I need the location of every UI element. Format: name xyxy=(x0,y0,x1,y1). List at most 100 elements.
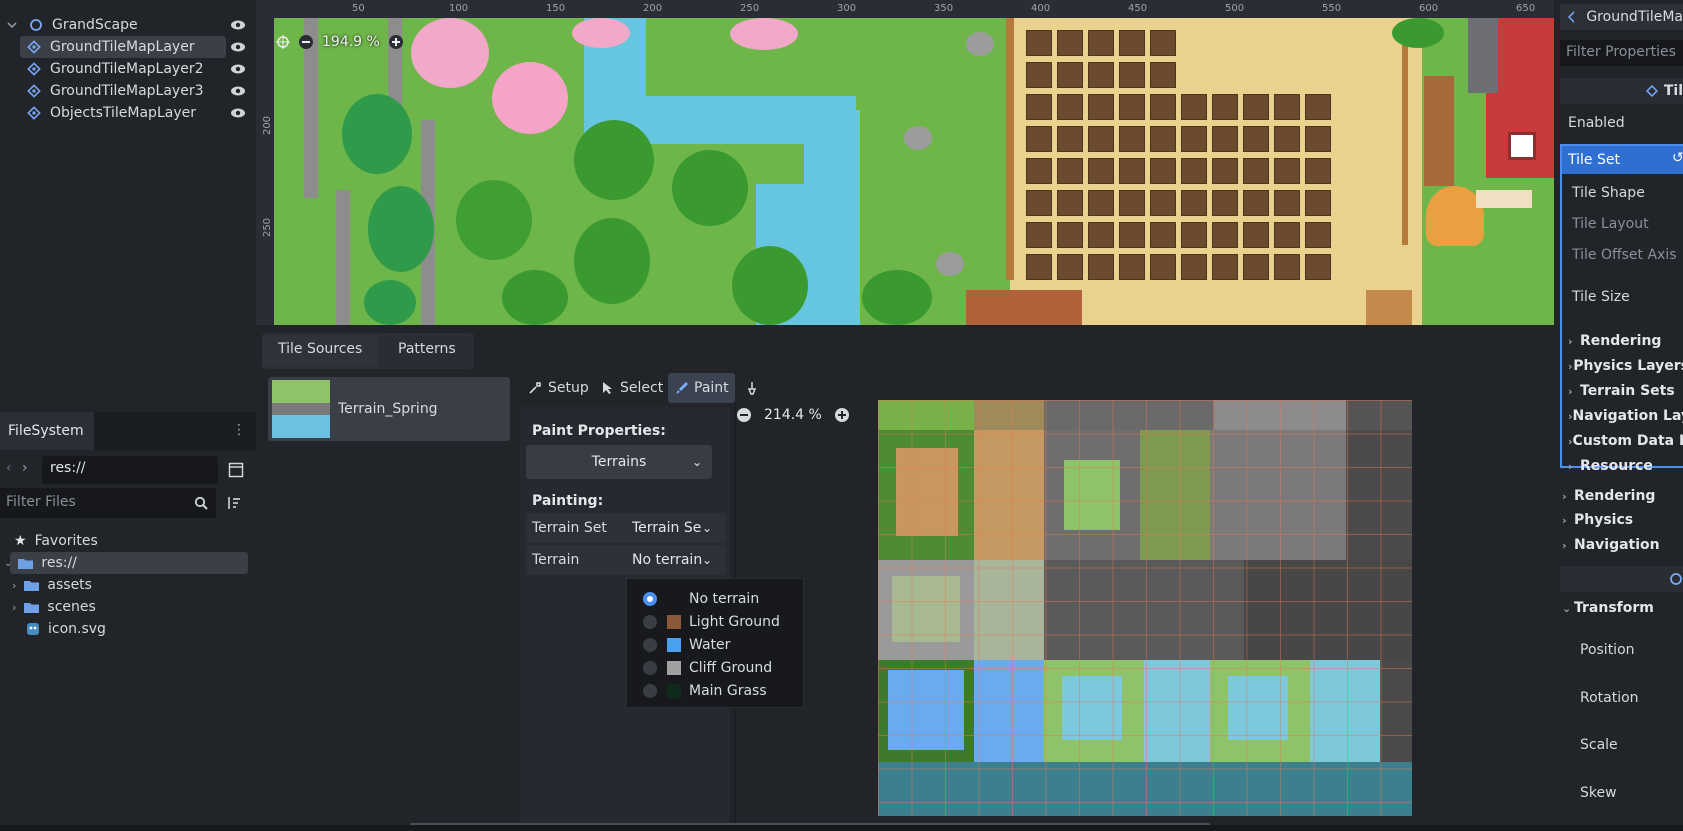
soil-tile xyxy=(1274,222,1300,248)
scene-tree-item-groundtilemaplayer[interactable]: GroundTileMapLayer xyxy=(20,36,226,58)
radio-icon xyxy=(643,661,657,675)
visibility-eye-icon[interactable] xyxy=(230,85,246,97)
canvas-viewport[interactable]: 200 250 50 100 150 200 250 300 350 400 450 500 550… xyxy=(256,0,1554,325)
subsection-physics-layers[interactable]: › Physics Layers xyxy=(1568,354,1683,378)
rock xyxy=(966,32,994,56)
nav-back-icon[interactable]: ‹ xyxy=(6,460,12,476)
oak-tree xyxy=(574,218,650,304)
soil-tile xyxy=(1119,222,1145,248)
tab-filesystem[interactable]: FileSystem xyxy=(0,412,94,450)
river-segment xyxy=(804,110,860,325)
zoom-in-icon[interactable] xyxy=(388,34,404,50)
section-rendering[interactable]: › Rendering xyxy=(1562,484,1683,508)
chevron-right-icon[interactable]: › xyxy=(12,579,16,592)
kebab-menu-icon[interactable]: ⋮ xyxy=(232,422,246,438)
radio-selected-icon xyxy=(643,592,657,606)
section-physics[interactable]: › Physics xyxy=(1562,508,1683,532)
soil-tile xyxy=(1057,254,1083,280)
scene-root-label: GrandScape xyxy=(52,17,138,33)
radio-icon xyxy=(643,638,657,652)
section-transform[interactable]: ⌄ Transform xyxy=(1562,596,1683,620)
tilemap-layer-icon xyxy=(26,61,42,77)
section-navigation[interactable]: › Navigation xyxy=(1562,533,1683,557)
expand-arrow-icon[interactable] xyxy=(4,17,20,33)
zoom-out-icon[interactable] xyxy=(298,34,314,50)
ruler-label: 200 xyxy=(643,3,663,14)
revert-icon[interactable]: ↺ xyxy=(1672,150,1683,166)
chevron-down-icon[interactable]: ⌄ xyxy=(4,558,12,569)
soil-tile xyxy=(1057,190,1083,216)
viewport-zoom-level[interactable]: 194.9 % xyxy=(322,34,380,50)
subsection-navigation-layers[interactable]: › Navigation Lay xyxy=(1568,404,1683,428)
subsection-rendering[interactable]: › Rendering xyxy=(1568,329,1683,353)
filter-properties-input[interactable]: Filter Properties xyxy=(1560,40,1683,66)
soil-tile xyxy=(1243,190,1269,216)
soil-tile xyxy=(1181,158,1207,184)
node2d-circle-icon xyxy=(1670,573,1682,585)
ruler-label: 600 xyxy=(1419,3,1439,14)
terrain-option-light-ground[interactable]: Light Ground xyxy=(643,611,780,633)
soil-tile xyxy=(1212,190,1238,216)
radio-icon xyxy=(643,615,657,629)
fs-item-scenes[interactable]: › scenes xyxy=(12,596,262,618)
setup-button[interactable]: Setup xyxy=(522,373,595,403)
chevron-right-icon[interactable]: › xyxy=(12,601,16,614)
prop-tile-set[interactable]: Tile Set xyxy=(1568,147,1683,173)
layout-toggle-icon[interactable] xyxy=(228,462,244,478)
terrain-set-dropdown[interactable]: Terrain Se ⌄ xyxy=(624,515,718,541)
nav-forward-icon[interactable]: › xyxy=(22,460,28,476)
paint-mode-dropdown[interactable]: Terrains ⌄ xyxy=(526,445,712,479)
visibility-eye-icon[interactable] xyxy=(230,19,246,31)
subsection-terrain-sets[interactable]: › Terrain Sets xyxy=(1568,379,1683,403)
fs-item-favorites[interactable]: ★ Favorites xyxy=(14,530,264,552)
soil-tile xyxy=(1150,158,1176,184)
oak-tree xyxy=(732,246,808,325)
ruler-vertical: 200 250 xyxy=(256,0,274,325)
prop-rotation: Rotation xyxy=(1580,690,1639,706)
filter-files-input[interactable]: Filter Files xyxy=(0,488,216,518)
paint-properties-label: Paint Properties: xyxy=(532,423,666,439)
subsection-custom-data-layers[interactable]: ›Custom Data La xyxy=(1568,429,1683,453)
picker-button[interactable] xyxy=(740,373,764,403)
terrain-set-label: Terrain Set xyxy=(532,520,607,536)
soil-tile xyxy=(1305,190,1331,216)
visibility-eye-icon[interactable] xyxy=(230,63,246,75)
terrain-option-water[interactable]: Water xyxy=(643,634,730,656)
visibility-eye-icon[interactable] xyxy=(230,41,246,53)
chevron-right-icon: › xyxy=(1562,513,1567,527)
terrain-dropdown[interactable]: No terrain ⌄ xyxy=(624,547,718,573)
tab-tile-sources[interactable]: Tile Sources xyxy=(262,335,379,367)
subsection-resource[interactable]: › Resource xyxy=(1568,454,1683,478)
tile-atlas-view[interactable] xyxy=(878,400,1412,816)
eyedropper-icon xyxy=(747,382,757,395)
chevron-right-icon: › xyxy=(1562,489,1567,503)
terrain-option-no-terrain[interactable]: No terrain xyxy=(643,588,759,610)
section-label: Transform xyxy=(1574,600,1654,616)
inspector-object-header[interactable]: GroundTileMa xyxy=(1560,4,1683,30)
select-button[interactable]: Select xyxy=(596,373,669,403)
zoom-out-icon[interactable] xyxy=(736,407,752,423)
tile-source-item[interactable]: Terrain_Spring xyxy=(268,377,510,441)
atlas-zoom-level[interactable]: 214.4 % xyxy=(764,407,822,423)
fs-item-res-root[interactable]: ⌄ res:// xyxy=(4,552,248,574)
scene-tree-root[interactable]: GrandScape xyxy=(0,14,252,36)
terrain-option-cliff-ground[interactable]: Cliff Ground xyxy=(643,657,772,679)
ruler-label: 450 xyxy=(1128,3,1148,14)
visibility-eye-icon[interactable] xyxy=(230,107,246,119)
soil-tile xyxy=(1150,222,1176,248)
subsection-label: Resource xyxy=(1580,458,1653,474)
sort-icon[interactable] xyxy=(226,496,242,510)
paint-label: Paint xyxy=(694,380,729,396)
terrain-option-main-grass[interactable]: Main Grass xyxy=(643,680,767,702)
atlas-grid-overlay xyxy=(878,400,1412,816)
fs-item-assets[interactable]: › assets xyxy=(12,574,262,596)
tab-patterns[interactable]: Patterns xyxy=(382,335,472,367)
zoom-in-icon[interactable] xyxy=(834,407,850,423)
section-label: Physics xyxy=(1574,512,1634,528)
crosshair-icon[interactable] xyxy=(276,35,290,49)
paint-button[interactable]: Paint xyxy=(668,373,735,403)
fs-item-icon-svg[interactable]: icon.svg xyxy=(26,618,276,640)
subsection-label: Physics Layers xyxy=(1573,358,1683,374)
soil-tile xyxy=(1150,254,1176,280)
path-input[interactable]: res:// xyxy=(42,456,218,484)
